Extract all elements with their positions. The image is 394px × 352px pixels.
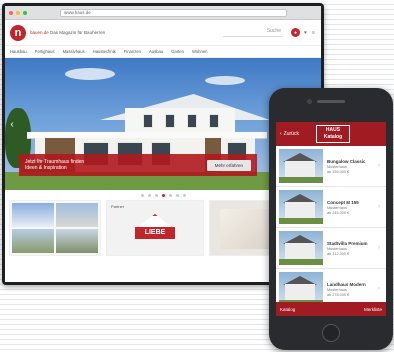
teaser-image: [12, 229, 54, 253]
slider-dot[interactable]: [140, 194, 144, 197]
list-item-title: Landhaus Modern: [327, 281, 366, 287]
house-thumbnail: [279, 231, 323, 265]
phone-screen: ‹ Zurück HAUS Katalog Bungalow Classic M…: [276, 122, 386, 316]
nav-item[interactable]: Finanzen: [124, 49, 141, 54]
chevron-left-icon: ‹: [280, 131, 282, 137]
header-icons: ● ♥ ≡: [291, 28, 316, 37]
house-window: [165, 114, 175, 128]
promo-subline: Ideen & Inspiration: [25, 165, 67, 171]
nav-item[interactable]: Garten: [171, 49, 184, 54]
house-list: Bungalow Classic Musterhaus ab 189.000 €…: [276, 146, 386, 310]
address-bar[interactable]: www.haus.de: [60, 8, 287, 17]
list-item[interactable]: Bungalow Classic Musterhaus ab 189.000 €…: [276, 146, 386, 187]
nav-item[interactable]: Haustechnik: [93, 49, 116, 54]
nav-item[interactable]: Fertighaus: [35, 49, 55, 54]
list-item-text: Landhaus Modern Musterhaus ab 278.000 €: [327, 282, 378, 297]
tagline-text: Das Magazin für Bauherren: [50, 30, 106, 35]
hero-promo-banner: Jetzt Ihr Traumhaus finden Ideen & Inspi…: [19, 154, 257, 176]
home-button[interactable]: [322, 324, 340, 342]
list-item-price: ab 278.000 €: [327, 292, 350, 297]
teaser-image: [12, 203, 54, 227]
footer-tab-favorites[interactable]: Merkliste: [364, 307, 382, 312]
list-item-price: ab 189.000 €: [327, 169, 350, 174]
partner-logo: LIEBE: [135, 214, 175, 244]
list-item-text: Stadtvilla Premium Musterhaus ab 312.000…: [327, 241, 378, 256]
list-item-subtitle: Musterhaus: [327, 164, 347, 169]
list-item-title: Concept M 155: [327, 199, 359, 205]
app-logo: HAUS Katalog: [316, 125, 350, 143]
list-item-text: Bungalow Classic Musterhaus ab 189.000 €: [327, 159, 378, 174]
house-thumbnail: [279, 190, 323, 224]
slider-dot[interactable]: [161, 194, 165, 197]
list-item-subtitle: Musterhaus: [327, 287, 347, 292]
chevron-left-icon[interactable]: ‹: [7, 118, 17, 132]
footer-tab-catalog[interactable]: Katalog: [280, 307, 295, 312]
app-logo-line1: HAUS: [325, 127, 341, 133]
partner-tile[interactable]: Partner LIEBE: [106, 200, 204, 256]
app-header: ‹ Zurück HAUS Katalog: [276, 122, 386, 146]
site-header: n bauen.de Das Magazin für Bauherren Suc…: [5, 20, 321, 46]
list-item-subtitle: Musterhaus: [327, 246, 347, 251]
nav-item[interactable]: Hausbau: [10, 49, 27, 54]
teaser-tile[interactable]: [9, 200, 101, 256]
list-item-title: Bungalow Classic: [327, 158, 366, 164]
list-item-title: Stadtvilla Premium: [327, 240, 368, 246]
slider-dot[interactable]: [147, 194, 151, 197]
nav-item[interactable]: Wohnen: [192, 49, 208, 54]
house-window: [187, 114, 197, 128]
slider-dot[interactable]: [175, 194, 179, 197]
app-logo-line2: Katalog: [323, 134, 343, 140]
chevron-right-icon: ›: [378, 163, 380, 169]
site-tagline: bauen.de Das Magazin für Bauherren: [30, 30, 105, 35]
nav-item[interactable]: Ausbau: [149, 49, 163, 54]
speaker-grille: [317, 100, 345, 103]
tagline-brand: bauen.de: [30, 30, 49, 35]
partner-logo-text: LIEBE: [135, 227, 175, 239]
menu-icon[interactable]: ≡: [311, 28, 316, 37]
logo-roof-shape: [137, 214, 173, 228]
list-item-subtitle: Musterhaus: [327, 205, 347, 210]
chevron-right-icon: ›: [378, 245, 380, 251]
list-item-price: ab 312.000 €: [327, 251, 350, 256]
teaser-image: [56, 229, 98, 253]
list-item[interactable]: Concept M 155 Musterhaus ab 245.000 € ›: [276, 187, 386, 228]
house-window: [143, 114, 153, 128]
list-item-price: ab 245.000 €: [327, 210, 350, 215]
promo-button[interactable]: Mehr erfahren: [206, 159, 251, 171]
chevron-right-icon: ›: [378, 204, 380, 210]
slider-dot[interactable]: [182, 194, 186, 197]
maximize-window-button[interactable]: [23, 10, 27, 15]
camera-icon: [307, 99, 312, 104]
browser-toolbar: www.haus.de: [5, 6, 321, 20]
slider-dot[interactable]: [168, 194, 172, 197]
heart-icon[interactable]: ♥: [303, 28, 308, 37]
partner-tile-label: Partner: [111, 204, 125, 209]
app-footer: Katalog Merkliste: [276, 302, 386, 316]
back-button-label: Zurück: [283, 131, 299, 137]
cloud-shape: [205, 76, 245, 85]
user-icon[interactable]: ●: [291, 28, 300, 37]
chevron-right-icon: ›: [378, 286, 380, 292]
phone-frame: ‹ Zurück HAUS Katalog Bungalow Classic M…: [269, 88, 393, 350]
search-input[interactable]: Suche: [223, 28, 283, 37]
nav-item[interactable]: Massivhaus: [63, 49, 85, 54]
close-window-button[interactable]: [9, 10, 13, 15]
house-window: [209, 114, 219, 128]
slider-dot[interactable]: [154, 194, 158, 197]
cloud-shape: [65, 68, 115, 80]
minimize-window-button[interactable]: [16, 10, 20, 15]
main-navigation: Hausbau Fertighaus Massivhaus Haustechni…: [5, 46, 321, 58]
back-button[interactable]: ‹ Zurück: [280, 131, 299, 137]
list-item-text: Concept M 155 Musterhaus ab 245.000 €: [327, 200, 378, 215]
house-thumbnail: [279, 149, 323, 183]
site-logo[interactable]: n: [10, 24, 26, 41]
promo-text: Jetzt Ihr Traumhaus finden Ideen & Inspi…: [25, 159, 199, 171]
house-thumbnail: [279, 272, 323, 306]
list-item[interactable]: Stadtvilla Premium Musterhaus ab 312.000…: [276, 228, 386, 269]
teaser-image: [56, 203, 98, 227]
